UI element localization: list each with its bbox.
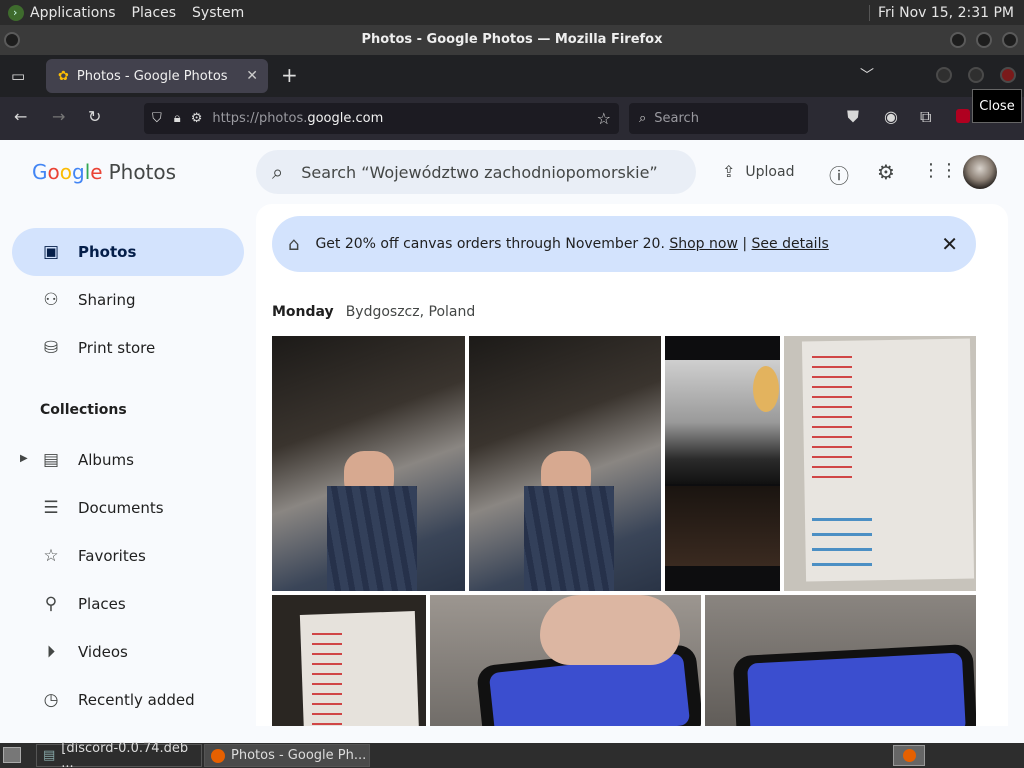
forward-arrow-icon[interactable]: →	[52, 107, 65, 126]
sidebar-item-sharing[interactable]: ⚇ Sharing	[12, 276, 244, 324]
photo-thumbnail[interactable]	[705, 595, 976, 726]
people-icon: ⚇	[43, 290, 59, 310]
photo-thumbnail[interactable]	[272, 336, 465, 591]
ublock-icon[interactable]	[956, 109, 970, 123]
sidebar-item-documents[interactable]: ☰ Documents	[12, 484, 244, 532]
upload-button[interactable]: ⇪ Upload	[722, 162, 794, 181]
bag-icon: ⛁	[43, 338, 59, 358]
permissions-icon[interactable]: ⚙	[191, 111, 203, 126]
tab-circle-icon-3	[1000, 67, 1016, 83]
system-menu[interactable]: System	[192, 5, 244, 21]
show-desktop-icon[interactable]	[3, 747, 21, 763]
photo-thumbnail[interactable]	[784, 336, 976, 591]
google-photos-page: Google Photos ⌕ Search “Województwo zach…	[0, 140, 1024, 743]
window-close-button[interactable]	[1002, 32, 1018, 48]
google-wordmark: Google	[32, 160, 103, 184]
tab-close-icon[interactable]: ✕	[246, 68, 258, 84]
sidebar-item-recently-added[interactable]: ◷ Recently added	[12, 676, 244, 724]
pocket-icon[interactable]: ⛊	[847, 107, 859, 127]
firefox-icon	[211, 748, 225, 763]
minimize-button[interactable]	[950, 32, 966, 48]
browser-search-box[interactable]: ⌕ Search	[629, 103, 808, 134]
avatar[interactable]	[963, 155, 997, 189]
tab-circle-icon-2	[968, 67, 984, 83]
extensions-icon[interactable]: ⧉	[920, 107, 931, 127]
search-icon: ⌕	[639, 111, 647, 126]
close-icon[interactable]: ✕	[941, 232, 958, 256]
play-icon: ⏵	[46, 642, 56, 662]
bookmark-star-icon[interactable]: ☆	[597, 109, 611, 128]
see-details-link[interactable]: See details	[752, 236, 829, 252]
google-logo-letter: o	[59, 160, 72, 184]
url-bar[interactable]: ⛉ 🔒︎ ⚙ https://photos. google.com ☆	[144, 103, 619, 134]
taskbar: ▤ [discord-0.0.74.deb ... Photos - Googl…	[0, 741, 1024, 768]
promo-banner: ⌂ Get 20% off canvas orders through Nove…	[272, 216, 976, 272]
maximize-button[interactable]	[976, 32, 992, 48]
google-logo-letter: o	[47, 160, 60, 184]
tab-google-photos[interactable]: ✿ Photos - Google Photos ✕	[46, 59, 268, 93]
photo-thumbnail[interactable]	[430, 595, 701, 726]
gear-icon[interactable]: ⚙	[877, 160, 895, 184]
new-tab-plus-icon[interactable]: +	[281, 63, 298, 87]
taskbar-item-discord[interactable]: ▤ [discord-0.0.74.deb ...	[36, 741, 202, 768]
shield-icon[interactable]: ⛉	[152, 111, 162, 126]
google-logo-letter: e	[90, 160, 103, 184]
photo-grid-panel: ⌂ Get 20% off canvas orders through Nove…	[256, 204, 1008, 726]
navigation-bar: ← → ↻ ⛉ 🔒︎ ⚙ https://photos. google.com ☆…	[0, 97, 1024, 140]
shop-now-link[interactable]: Shop now	[669, 236, 738, 252]
pin-icon: ⚲	[44, 594, 58, 614]
clock-icon: ◷	[43, 690, 59, 710]
window-title-bar: Photos - Google Photos — Mozilla Firefox	[0, 25, 1024, 55]
album-icon: ▤	[42, 450, 60, 470]
day-header: Monday Bydgoszcz, Poland	[272, 304, 476, 320]
tag-icon: ⌂	[288, 233, 300, 255]
applications-menu[interactable]: › Applications	[8, 4, 116, 21]
system-top-bar: › Applications Places System Fri Nov 15,…	[0, 0, 1024, 25]
sidebar-item-favorites[interactable]: ☆ Favorites	[12, 532, 244, 580]
tab-circle-icon-1	[936, 67, 952, 83]
photo-thumbnail[interactable]	[272, 595, 426, 726]
back-arrow-icon[interactable]: ←	[14, 107, 27, 126]
sidebar-item-videos[interactable]: ⏵ Videos	[12, 628, 244, 676]
google-photos-logo[interactable]: Google Photos	[32, 160, 176, 184]
window-title: Photos - Google Photos — Mozilla Firefox	[361, 32, 663, 47]
reload-icon[interactable]: ↻	[88, 107, 101, 126]
collections-header: Collections	[40, 402, 127, 418]
photo-thumbnail[interactable]	[665, 336, 780, 591]
terminal-logo-icon: ›	[8, 4, 24, 21]
clock[interactable]: Fri Nov 15, 2:31 PM	[868, 4, 1014, 21]
workspace-switcher[interactable]	[893, 745, 925, 766]
file-icon: ▤	[43, 748, 56, 763]
sidebar-item-photos[interactable]: ▣ Photos	[12, 228, 244, 276]
account-icon[interactable]: ◉	[884, 107, 898, 126]
document-icon: ☰	[43, 498, 59, 518]
star-icon: ☆	[43, 546, 59, 566]
sidebar-item-albums[interactable]: ▤ Albums	[12, 436, 244, 484]
google-photos-favicon-icon: ✿	[58, 68, 69, 84]
help-icon[interactable]: ⓘ	[829, 160, 849, 189]
search-icon: ⌕	[272, 160, 284, 184]
lock-icon[interactable]: 🔒︎	[174, 111, 181, 126]
places-menu[interactable]: Places	[132, 5, 177, 21]
taskbar-item-firefox[interactable]: Photos - Google Ph...	[204, 744, 370, 767]
google-logo-letter: g	[72, 160, 85, 184]
window-menu-button[interactable]	[4, 32, 20, 48]
chevron-down-icon[interactable]: ﹀	[860, 65, 874, 85]
photos-search-input[interactable]: ⌕ Search “Województwo zachodniopomorskie…	[256, 150, 696, 194]
google-logo-letter: G	[32, 160, 48, 184]
screen: › Applications Places System Fri Nov 15,…	[0, 0, 1024, 768]
upload-icon: ⇪	[722, 162, 736, 181]
sidebar-item-print-store[interactable]: ⛁ Print store	[12, 324, 244, 372]
photo-thumbnail[interactable]	[469, 336, 661, 591]
tab-strip: ▭ ✿ Photos - Google Photos ✕ + ﹀	[0, 55, 1024, 97]
photo-icon: ▣	[42, 242, 60, 262]
tab-list-icon[interactable]: ▭	[11, 67, 25, 85]
sidebar-item-places[interactable]: ⚲ Places	[12, 580, 244, 628]
close-tooltip: Close	[972, 89, 1022, 123]
